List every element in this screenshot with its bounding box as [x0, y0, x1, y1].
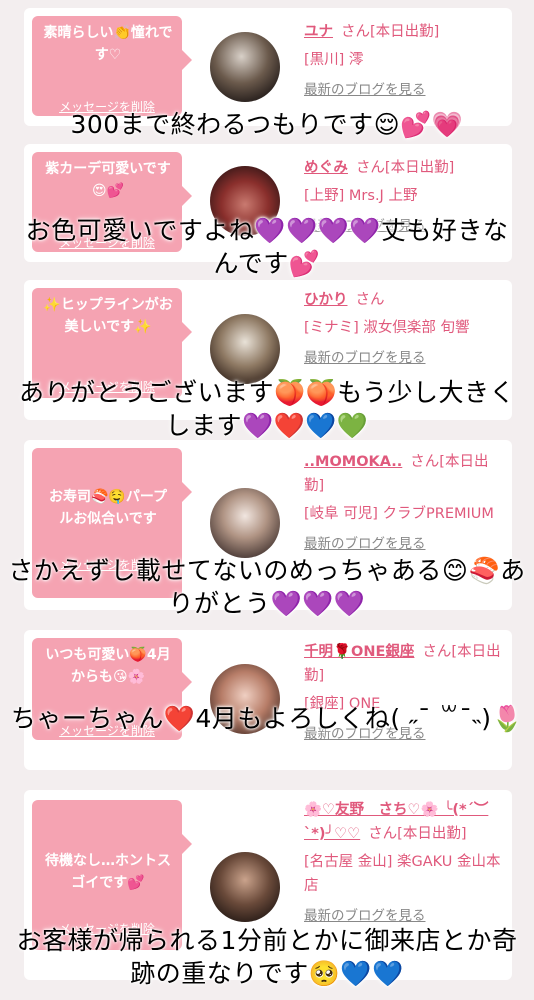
- blog-link[interactable]: 最新のブログを見る: [304, 78, 504, 102]
- cast-status: さん: [355, 292, 385, 308]
- message-card: いつも可愛い🍑4月からも😘🌸 メッセージを削除 千明🌹ONE銀座 さん[本日出勤]…: [24, 630, 512, 770]
- message-text: いつも可愛い🍑4月からも😘🌸: [45, 647, 171, 685]
- shop-label: [ミナミ] 淑女倶楽部 旬響: [304, 320, 470, 336]
- avatar[interactable]: [210, 32, 280, 102]
- cast-status: さん[本日出勤]: [341, 24, 440, 40]
- avatar[interactable]: [210, 314, 280, 384]
- cast-name-link[interactable]: 千明🌹ONE銀座: [304, 644, 414, 660]
- caption-overlay: 300まで終わるつもりです😌💕💗: [70, 110, 464, 139]
- cast-status: さん[本日出勤]: [355, 160, 455, 176]
- cast-info: ユナ さん[本日出勤] [黒川] 澪 最新のブログを見る: [304, 20, 504, 102]
- cast-name-link[interactable]: ..MOMOKA..: [304, 454, 402, 470]
- avatar[interactable]: [210, 852, 280, 922]
- shop-label: [上野] Mrs.J 上野: [304, 188, 418, 204]
- cast-name-link[interactable]: ユナ: [304, 24, 333, 40]
- message-text: 待機なし…ホントスゴイです💕: [45, 853, 171, 891]
- caption-overlay: ちゃーちゃん❤️4月もよろしくね( ˶¯ ꒳¯˵)🌷: [10, 704, 524, 733]
- message-bubble: 素晴らしい👏憧れです♡ メッセージを削除: [32, 16, 192, 116]
- shop-label: [名古屋 金山] 楽GAKU 金山本店: [304, 854, 501, 894]
- blog-link[interactable]: 最新のブログを見る: [304, 346, 504, 370]
- shop-label: [岐阜 可児] クラブPREMIUM: [304, 506, 494, 522]
- cast-status: さん[本日出勤]: [368, 826, 467, 842]
- cast-info: ..MOMOKA.. さん[本日出勤] [岐阜 可児] クラブPREMIUM 最新…: [304, 450, 504, 556]
- cast-info: ひかり さん [ミナミ] 淑女倶楽部 旬響 最新のブログを見る: [304, 288, 504, 370]
- cast-info: 🌸♡友野 さち♡🌸 ╰(*´︶`*)╯♡♡ さん[本日出勤] [名古屋 金山] 楽…: [304, 798, 504, 928]
- blog-link[interactable]: 最新のブログを見る: [304, 532, 504, 556]
- message-text: ✨ヒップラインがお美しいです✨: [43, 297, 173, 335]
- message-text: お寿司🍣🤤パープルお似合いです: [48, 489, 168, 527]
- cast-name-link[interactable]: めぐみ: [304, 160, 348, 176]
- caption-overlay: お客様が帰られる1分前とかに御来店とか奇跡の重なりです🥺💙💙: [16, 926, 518, 988]
- caption-overlay: ありがとうございます🍑🍑もう少し大きくします💜❤️💙💚: [18, 378, 515, 440]
- caption-overlay: お色可愛いですよね💜💜💜💜丈も好きなんです💕: [25, 216, 509, 278]
- shop-label: [黒川] 澪: [304, 52, 364, 68]
- avatar[interactable]: [210, 488, 280, 558]
- message-text: 素晴らしい👏憧れです♡: [43, 25, 173, 63]
- cast-name-link[interactable]: ひかり: [304, 292, 348, 308]
- caption-overlay: さかえずし載せてないのめっちゃある😊🍣ありがとう💜💜💜: [8, 556, 526, 618]
- message-text: 紫カーデ可愛いです😍💕: [45, 161, 171, 199]
